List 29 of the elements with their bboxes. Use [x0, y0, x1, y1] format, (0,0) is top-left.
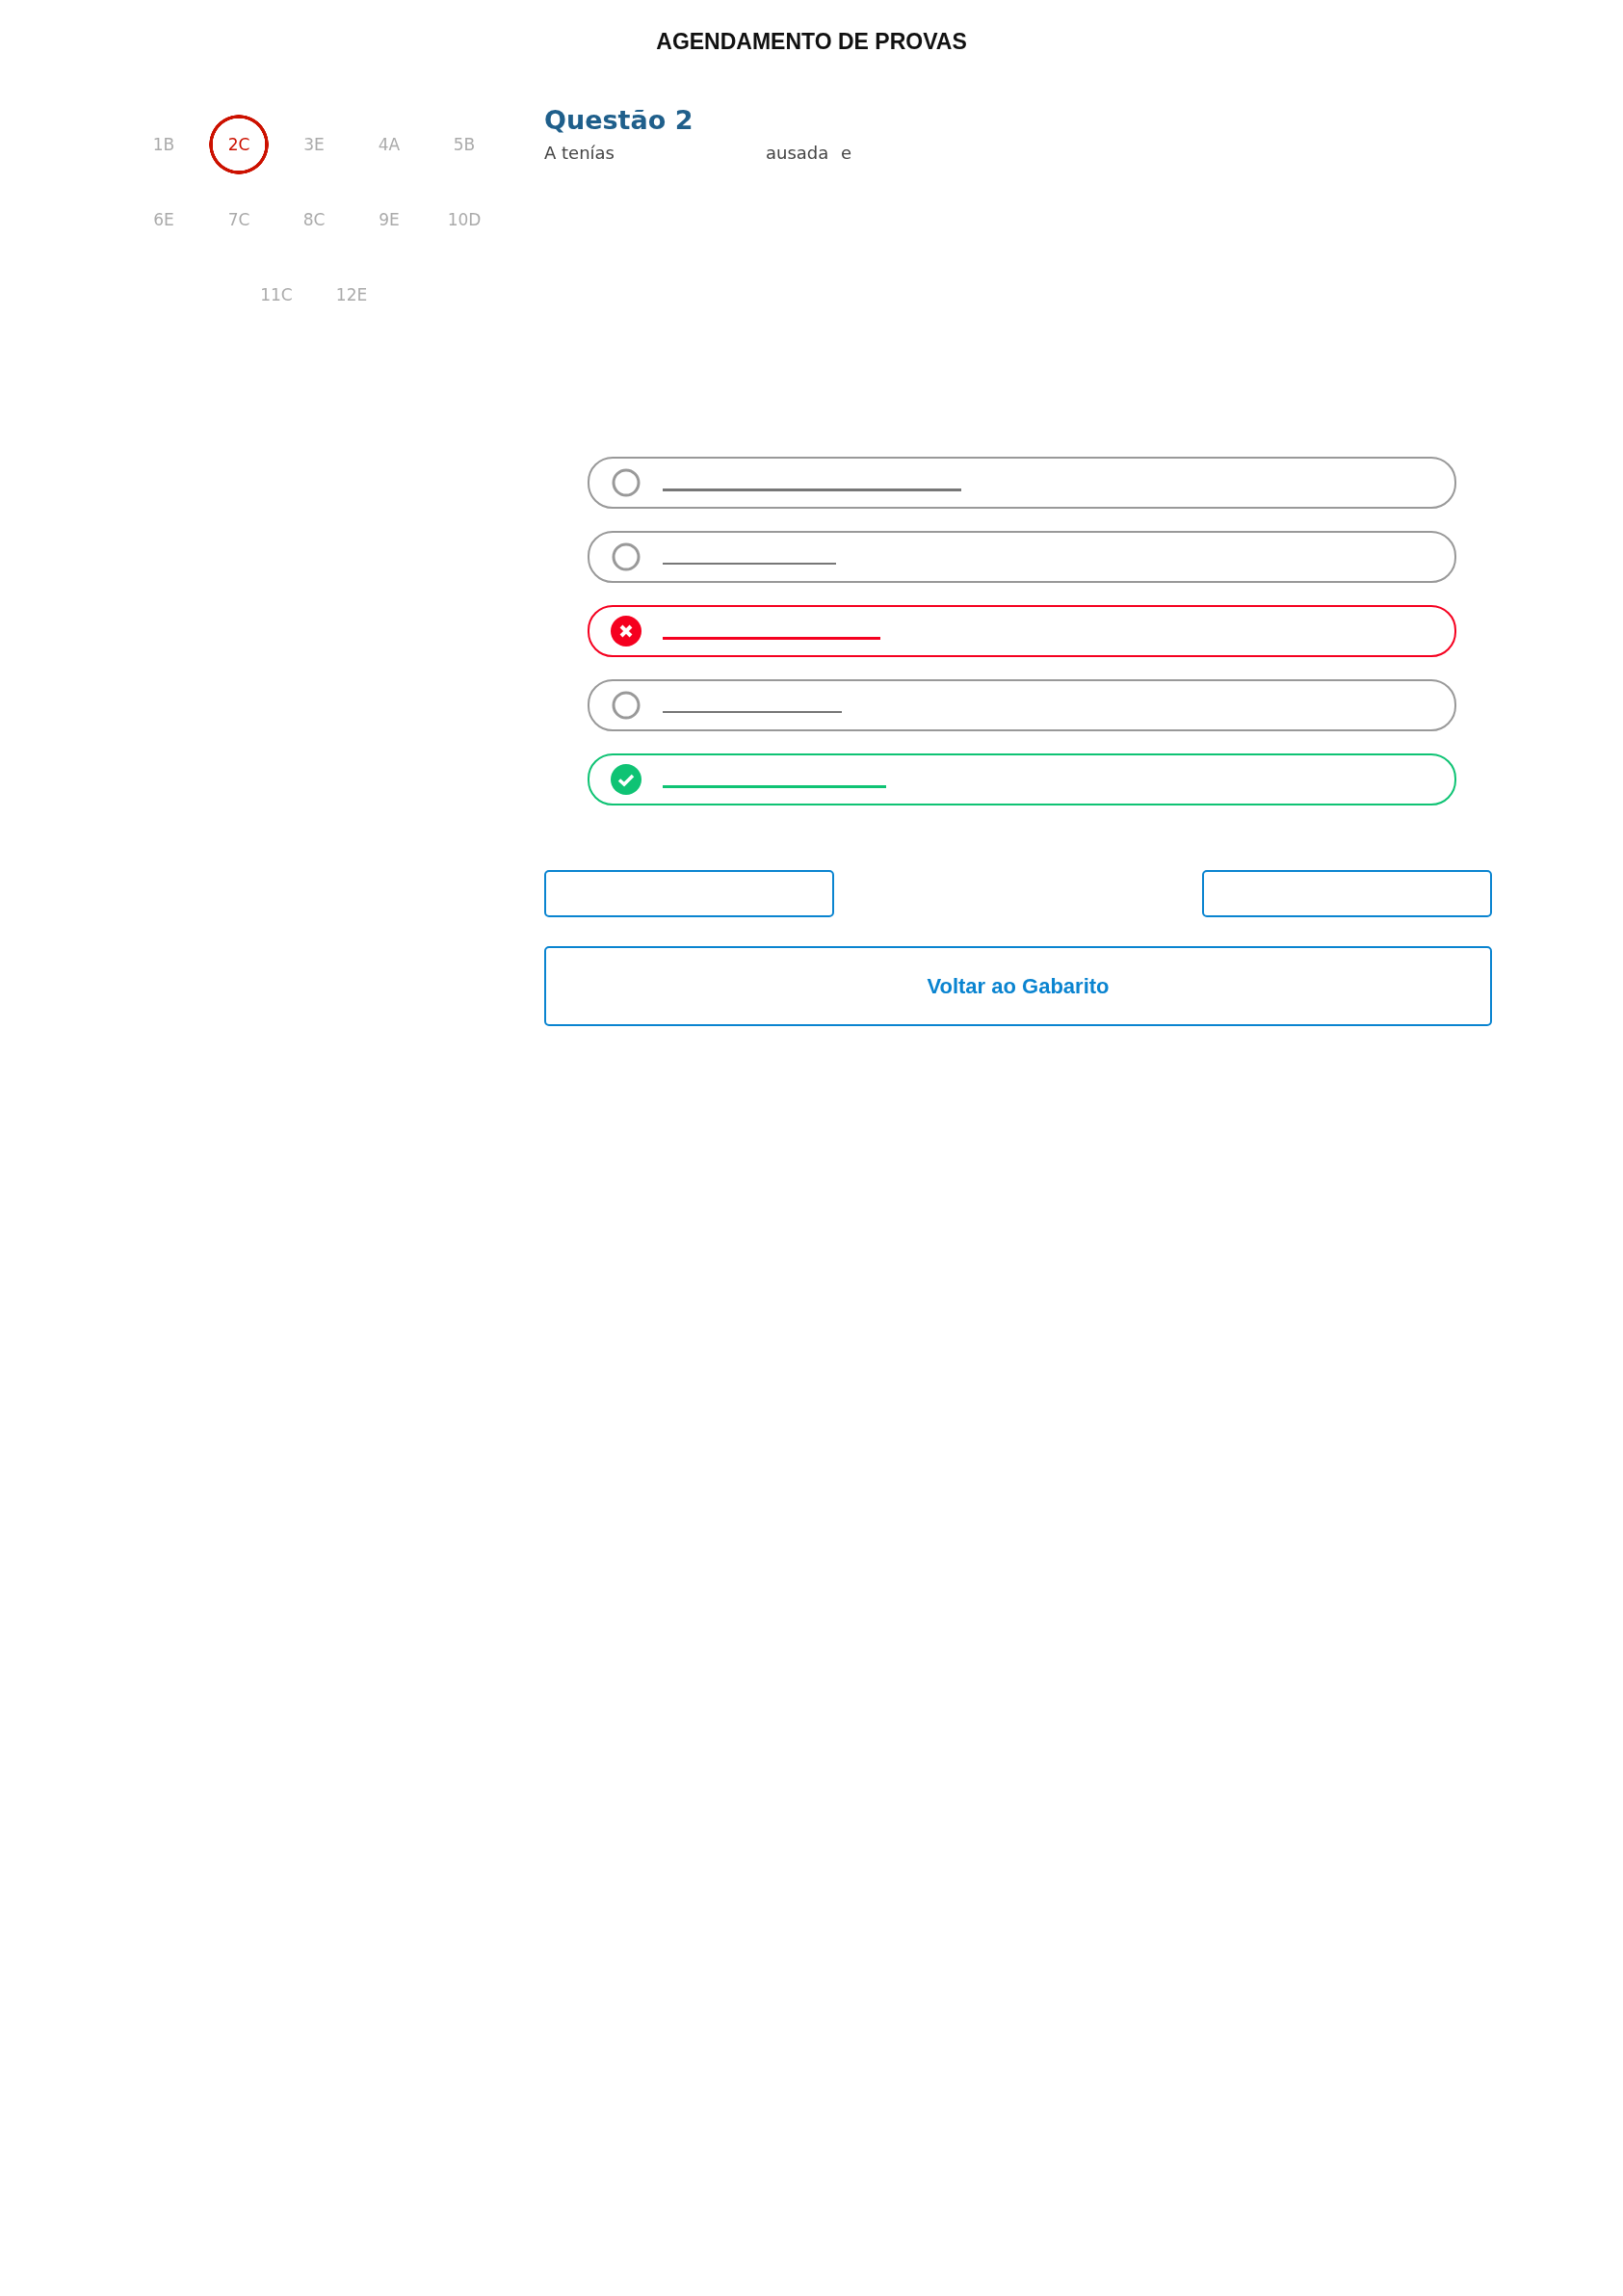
answer-option[interactable] [588, 531, 1456, 583]
back-to-answer-key-button[interactable]: Voltar ao Gabarito [544, 946, 1492, 1026]
next-button[interactable] [1202, 870, 1492, 917]
question-number[interactable]: 4A [352, 115, 427, 174]
question-text: A tenías [544, 143, 615, 163]
question-number[interactable]: 9E [352, 190, 427, 250]
check-icon [611, 764, 641, 795]
radio-icon [611, 467, 641, 498]
question-number[interactable]: 1B [126, 115, 201, 174]
answer-option[interactable] [588, 457, 1456, 509]
question-number[interactable]: 10D [427, 190, 502, 250]
question-number[interactable]: 3E [276, 115, 352, 174]
question-title: Questão 2 [544, 105, 694, 135]
answer-option[interactable] [588, 753, 1456, 805]
answer-option[interactable] [588, 679, 1456, 731]
question-number[interactable]: 7C [201, 190, 276, 250]
question-text: e [841, 143, 852, 163]
cross-icon [611, 616, 641, 647]
question-number[interactable]: 11C [239, 265, 314, 325]
page-title: AGENDAMENTO DE PROVAS [655, 29, 968, 55]
radio-icon [611, 690, 641, 721]
answer-option[interactable] [588, 605, 1456, 657]
previous-button[interactable] [544, 870, 834, 917]
question-number[interactable]: 8C [276, 190, 352, 250]
radio-icon [611, 541, 641, 572]
question-number[interactable]: 12E [314, 265, 389, 325]
question-number[interactable]: 5B [427, 115, 502, 174]
question-text: ausada [766, 143, 830, 163]
question-number[interactable]: 6E [126, 190, 201, 250]
